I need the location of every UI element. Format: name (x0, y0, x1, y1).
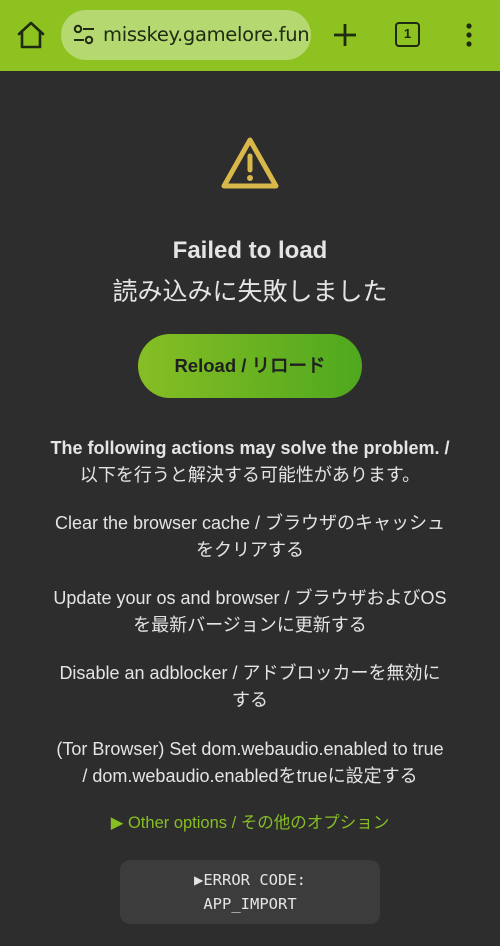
action-line: を最新バージョンに更新する (133, 615, 367, 635)
error-code-value: APP_IMPORT (203, 895, 297, 913)
error-code-box[interactable]: ▶ERROR CODE: APP_IMPORT (120, 860, 380, 924)
action-item: Update your os and browser / ブラウザおよびOS を… (20, 585, 480, 639)
actions-heading-en: The following actions may solve the prob… (50, 438, 450, 458)
action-item: (Tor Browser) Set dom.webaudio.enabled t… (20, 736, 480, 790)
actions-heading: The following actions may solve the prob… (20, 435, 480, 489)
error-subtitle: 読み込みに失敗しました (112, 278, 388, 306)
action-line: する (232, 690, 268, 710)
new-tab-icon[interactable] (330, 20, 360, 50)
action-line: / dom.webaudio.enabledをtrueに設定する (82, 766, 418, 786)
action-line: Disable an adblocker / アドブロッカーを無効に (59, 663, 441, 683)
error-page: Failed to load 読み込みに失敗しました Reload / リロード… (0, 71, 500, 946)
address-bar[interactable]: misskey.gamelore.fun (61, 10, 311, 60)
reload-button[interactable]: Reload / リロード (138, 334, 362, 398)
home-icon[interactable] (14, 17, 48, 53)
action-item: Disable an adblocker / アドブロッカーを無効に する (20, 660, 480, 714)
error-title: Failed to load (172, 237, 328, 264)
other-options-toggle[interactable]: ▶ Other options / その他のオプション (0, 809, 500, 833)
action-item: Clear the browser cache / ブラウザのキャッシュ をクリ… (20, 510, 480, 564)
site-settings-icon[interactable] (72, 24, 96, 46)
browser-toolbar: misskey.gamelore.fun 1 (0, 0, 500, 71)
action-line: (Tor Browser) Set dom.webaudio.enabled t… (56, 739, 444, 759)
action-line: Clear the browser cache / ブラウザのキャッシュ (54, 513, 446, 533)
tab-count: 1 (403, 26, 412, 41)
action-line: をクリアする (196, 540, 304, 560)
error-code-label: ▶ERROR CODE: (194, 871, 306, 889)
more-menu-icon[interactable] (460, 20, 478, 50)
url-text[interactable]: misskey.gamelore.fun (103, 23, 310, 46)
action-line: Update your os and browser / ブラウザおよびOS (53, 588, 447, 608)
warning-icon (218, 134, 282, 194)
tab-switcher-icon[interactable]: 1 (395, 22, 420, 47)
actions-heading-jp: 以下を行うと解決する可能性があります。 (79, 465, 421, 485)
